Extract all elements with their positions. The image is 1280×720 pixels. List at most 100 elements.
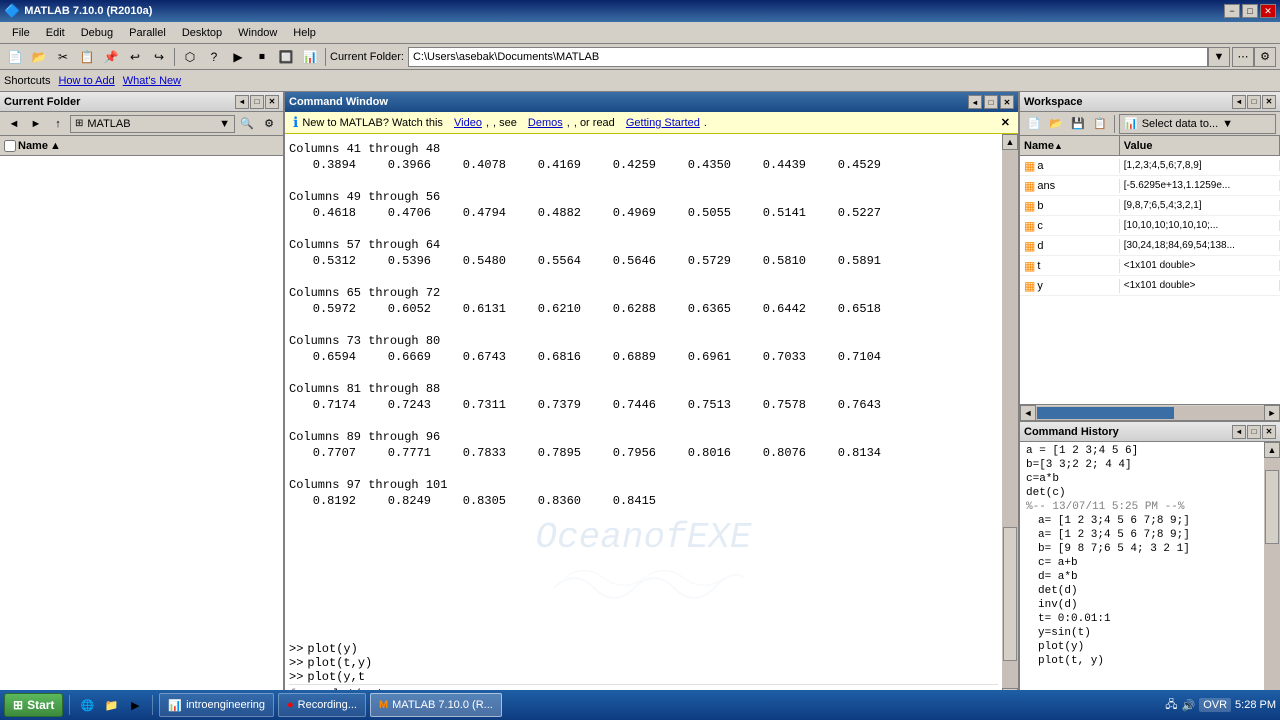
menu-file[interactable]: File xyxy=(4,25,38,41)
folder-settings-btn[interactable]: ⚙ xyxy=(259,114,279,134)
ws-hscroll-track[interactable] xyxy=(1036,406,1264,420)
select-data-button[interactable]: 📊 Select data to... ▼ xyxy=(1119,114,1276,134)
ws-open-btn[interactable]: 📂 xyxy=(1046,114,1066,134)
panel-maximize-button[interactable]: □ xyxy=(250,95,264,109)
ql-ie-btn[interactable]: 🌐 xyxy=(76,694,98,716)
folder-back-button[interactable]: ◄ xyxy=(4,114,24,134)
ch-item-b2[interactable]: b= [9 8 7;6 5 4; 3 2 1] xyxy=(1022,542,1262,556)
ch-item-b[interactable]: b=[3 3;2 2; 4 4] xyxy=(1022,458,1262,472)
cmd-close-button[interactable]: ✕ xyxy=(1000,95,1014,109)
undo-button[interactable]: ↩ xyxy=(124,46,146,68)
ch-item-capb[interactable]: c= a+b xyxy=(1022,556,1262,570)
scroll-up-button[interactable]: ▲ xyxy=(1002,134,1018,150)
ws-row-b[interactable]: ▦ b [9,8,7;6,5,4;3,2,1] xyxy=(1020,196,1280,216)
demos-link[interactable]: Demos xyxy=(528,117,563,129)
video-link[interactable]: Video xyxy=(454,117,482,129)
how-to-add-link[interactable]: How to Add xyxy=(58,75,114,87)
val-41-4: 0.4169 xyxy=(514,158,589,172)
open-file-button[interactable]: 📂 xyxy=(28,46,50,68)
close-button[interactable]: ✕ xyxy=(1260,4,1276,18)
taskbar-recording-btn[interactable]: ● Recording... xyxy=(278,693,366,717)
taskbar-intro-btn[interactable]: 📊 introengineering xyxy=(159,693,274,717)
ch-item-a3[interactable]: a= [1 2 3;4 5 6 7;8 9;] xyxy=(1022,528,1262,542)
ch-scroll-track[interactable] xyxy=(1264,458,1280,704)
workspace-undock-button[interactable]: ◂ xyxy=(1232,95,1246,109)
toolbar-btn-4[interactable]: ⏹ xyxy=(251,46,273,68)
cut-button[interactable]: ✂ xyxy=(52,46,74,68)
help-button[interactable]: ? xyxy=(203,46,225,68)
menu-window[interactable]: Window xyxy=(230,25,285,41)
name-sort-button[interactable]: Name ▲ xyxy=(4,140,61,152)
paste-button[interactable]: 📌 xyxy=(100,46,122,68)
ws-hscroll-left[interactable]: ◄ xyxy=(1020,405,1036,421)
workspace-maximize-button[interactable]: □ xyxy=(1247,95,1261,109)
workspace-close-button[interactable]: ✕ xyxy=(1262,95,1276,109)
ql-folder-btn[interactable]: 📁 xyxy=(100,694,122,716)
folder-forward-button[interactable]: ► xyxy=(26,114,46,134)
start-button[interactable]: ⊞ Start xyxy=(4,693,63,717)
info-close-button[interactable]: ✕ xyxy=(1001,116,1010,129)
getting-started-link[interactable]: Getting Started xyxy=(626,117,700,129)
toolbar-btn-5[interactable]: 🔲 xyxy=(275,46,297,68)
menu-help[interactable]: Help xyxy=(285,25,324,41)
ql-media-btn[interactable]: ▶ xyxy=(124,694,146,716)
ch-item-plotty[interactable]: plot(t, y) xyxy=(1022,654,1262,668)
ch-item-invd[interactable]: inv(d) xyxy=(1022,598,1262,612)
folder-dropdown-button[interactable]: ▼ xyxy=(1208,47,1230,67)
folder-settings-button[interactable]: ⚙ xyxy=(1254,47,1276,67)
panel-close-button[interactable]: ✕ xyxy=(265,95,279,109)
ch-maximize-button[interactable]: □ xyxy=(1247,425,1261,439)
ws-save-btn[interactable]: 💾 xyxy=(1068,114,1088,134)
ws-row-y[interactable]: ▦ y <1x101 double> xyxy=(1020,276,1280,296)
ch-item-a2[interactable]: a= [1 2 3;4 5 6 7;8 9;] xyxy=(1022,514,1262,528)
ch-undock-button[interactable]: ◂ xyxy=(1232,425,1246,439)
menu-parallel[interactable]: Parallel xyxy=(121,25,174,41)
ws-new-btn[interactable]: 📄 xyxy=(1024,114,1044,134)
folder-search-button[interactable]: 🔍 xyxy=(237,114,257,134)
ch-item-t[interactable]: t= 0:0.01:1 xyxy=(1022,612,1262,626)
panel-undock-button[interactable]: ◂ xyxy=(235,95,249,109)
ws-copy-btn[interactable]: 📋 xyxy=(1090,114,1110,134)
ws-row-a[interactable]: ▦ a [1,2,3;4,5,6;7,8,9] xyxy=(1020,156,1280,176)
ch-item-a[interactable]: a = [1 2 3;4 5 6] xyxy=(1022,444,1262,458)
folder-browse-button[interactable]: ⋯ xyxy=(1232,47,1254,67)
new-file-button[interactable]: 📄 xyxy=(4,46,26,68)
menu-debug[interactable]: Debug xyxy=(73,25,121,41)
folder-up-button[interactable]: ↑ xyxy=(48,114,68,134)
ws-row-t[interactable]: ▦ t <1x101 double> xyxy=(1020,256,1280,276)
ch-item-cab[interactable]: c=a*b xyxy=(1022,472,1262,486)
ch-scroll-up[interactable]: ▲ xyxy=(1264,442,1280,458)
simulink-button[interactable]: ⬡ xyxy=(179,46,201,68)
select-all-checkbox[interactable] xyxy=(4,140,16,152)
scroll-track[interactable] xyxy=(1002,150,1018,688)
toolbar-btn-6[interactable]: 📊 xyxy=(299,46,321,68)
ws-row-d[interactable]: ▦ d [30,24,18;84,69,54;138... xyxy=(1020,236,1280,256)
ch-close-button[interactable]: ✕ xyxy=(1262,425,1276,439)
menu-desktop[interactable]: Desktop xyxy=(174,25,230,41)
ch-item-detd[interactable]: det(d) xyxy=(1022,584,1262,598)
taskbar-matlab-btn[interactable]: M MATLAB 7.10.0 (R... xyxy=(370,693,502,717)
ws-row-ans[interactable]: ▦ ans [-5.6295e+13,1.1259e... xyxy=(1020,176,1280,196)
current-folder-input[interactable] xyxy=(408,47,1208,67)
minimize-button[interactable]: − xyxy=(1224,4,1240,18)
toolbar-btn-3[interactable]: ▶ xyxy=(227,46,249,68)
command-output[interactable]: Columns 41 through 48 0.3894 0.3966 0.40… xyxy=(285,134,1002,704)
menu-edit[interactable]: Edit xyxy=(38,25,73,41)
ws-hscroll-thumb[interactable] xyxy=(1037,407,1174,419)
cmd-undock-button[interactable]: ◂ xyxy=(968,95,982,109)
redo-button[interactable]: ↪ xyxy=(148,46,170,68)
ws-hscroll-right[interactable]: ► xyxy=(1264,405,1280,421)
scroll-thumb[interactable] xyxy=(1003,527,1017,662)
cmd-maximize-button[interactable]: □ xyxy=(984,95,998,109)
ch-scroll-thumb[interactable] xyxy=(1265,470,1279,544)
ws-row-c[interactable]: ▦ c [10,10,10;10,10,10;... xyxy=(1020,216,1280,236)
maximize-button[interactable]: □ xyxy=(1242,4,1258,18)
whats-new-link[interactable]: What's New xyxy=(123,75,181,87)
ws-value-col-header[interactable]: Value xyxy=(1120,136,1280,155)
copy-button[interactable]: 📋 xyxy=(76,46,98,68)
ch-item-ploty[interactable]: plot(y) xyxy=(1022,640,1262,654)
ch-item-ysin[interactable]: y=sin(t) xyxy=(1022,626,1262,640)
ch-item-detc[interactable]: det(c) xyxy=(1022,486,1262,500)
ws-name-col-header[interactable]: Name ▲ xyxy=(1020,136,1120,155)
ch-item-dab[interactable]: d= a*b xyxy=(1022,570,1262,584)
